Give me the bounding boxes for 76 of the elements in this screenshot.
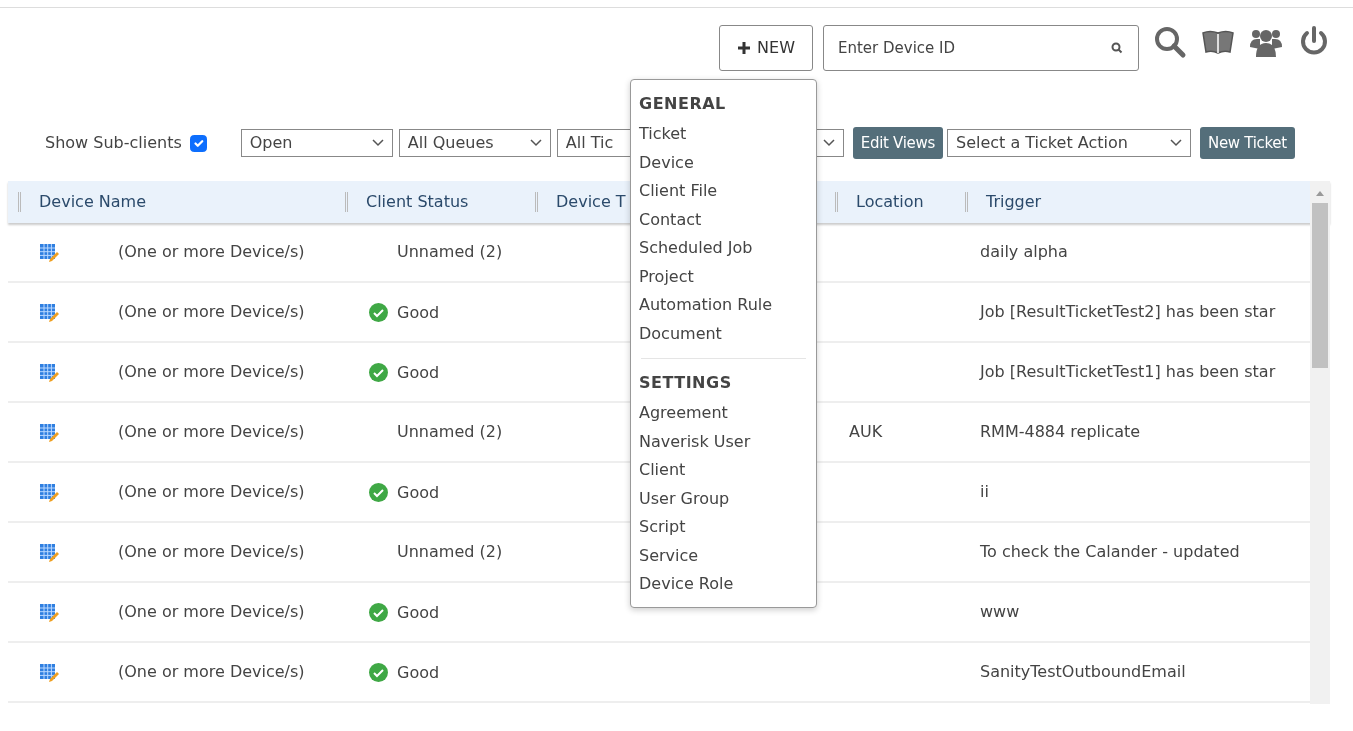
chevron-icon xyxy=(529,139,542,147)
table-cell: Job [ResultTicketTest1] has been star xyxy=(980,362,1276,381)
status-text: Unnamed (2) xyxy=(397,421,503,443)
chevron-icon xyxy=(1170,139,1182,147)
device-grid-icon xyxy=(39,482,59,503)
table-cell: (One or more Device/s) xyxy=(118,242,305,261)
status-text: Good xyxy=(397,362,440,384)
table-cell: (One or more Device/s) xyxy=(118,602,305,621)
device-grid-icon xyxy=(39,242,59,263)
ticket-action-select[interactable]: Select a Ticket Action xyxy=(947,129,1191,157)
column-header[interactable]: Location xyxy=(856,190,924,214)
show-sub-clients-checkbox[interactable] xyxy=(189,134,207,152)
device-grid-icon xyxy=(39,302,59,323)
menu-item[interactable]: Device xyxy=(631,148,816,177)
column-header[interactable]: Device T xyxy=(556,190,626,214)
table-cell: (One or more Device/s) xyxy=(118,302,305,321)
table-cell: RMM-4884 replicate xyxy=(980,422,1141,441)
table-cell: (One or more Device/s) xyxy=(118,662,305,681)
check-circle-icon xyxy=(369,302,388,322)
menu-heading: SETTINGS xyxy=(638,372,733,394)
menu-item[interactable]: Ticket xyxy=(631,120,816,149)
check-circle-icon xyxy=(369,482,388,502)
table-cell: SanityTestOutboundEmail xyxy=(980,662,1186,681)
device-grid-icon xyxy=(39,662,59,683)
show-sub-clients-label: Show Sub-clients xyxy=(45,132,182,154)
status-text: Good xyxy=(397,602,440,624)
device-grid-icon xyxy=(39,362,59,383)
menu-item[interactable]: Service xyxy=(631,541,816,570)
table-cell: daily alpha xyxy=(980,242,1068,261)
table-cell: ii xyxy=(980,482,989,501)
menu-item[interactable]: Document xyxy=(631,319,816,348)
menu-item[interactable]: Contact xyxy=(631,205,816,234)
device-id-field[interactable]: Enter Device ID xyxy=(823,25,1139,71)
status-text: Good xyxy=(397,482,440,504)
device-grid-icon xyxy=(39,422,59,443)
device-grid-icon xyxy=(39,602,59,623)
menu-item[interactable]: Device Role xyxy=(631,570,816,599)
search-icon[interactable] xyxy=(1153,25,1187,59)
menu-item[interactable]: Client xyxy=(631,456,816,485)
table-cell: www xyxy=(980,602,1020,621)
column-header[interactable]: Device Name xyxy=(39,190,146,214)
table-cell: To check the Calander - updated xyxy=(980,542,1240,561)
menu-heading: GENERAL xyxy=(638,93,727,115)
chevron-icon xyxy=(371,139,384,147)
column-header[interactable]: Client Status xyxy=(366,190,469,214)
new-button[interactable]: NEW xyxy=(719,25,813,71)
status-text: Unnamed (2) xyxy=(397,541,503,563)
menu-item[interactable]: Automation Rule xyxy=(631,291,816,320)
table-cell: AUK xyxy=(849,422,883,441)
column-header[interactable]: Trigger xyxy=(986,190,1042,214)
check-circle-icon xyxy=(369,362,388,382)
menu-item[interactable]: Client File xyxy=(631,177,816,206)
search-icon[interactable] xyxy=(1111,42,1123,54)
chevron-icon xyxy=(822,139,835,147)
filter-select[interactable]: Open xyxy=(240,129,393,157)
plus-icon xyxy=(737,41,752,55)
filter-select[interactable]: All Queues xyxy=(398,129,551,157)
check-circle-icon xyxy=(369,662,388,682)
table-cell: (One or more Device/s) xyxy=(118,422,305,441)
status-text: Good xyxy=(397,662,440,684)
menu-item[interactable]: Naverisk User xyxy=(631,427,816,456)
check-circle-icon xyxy=(369,602,388,622)
status-text: Unnamed (2) xyxy=(397,241,503,263)
menu-item[interactable]: Project xyxy=(631,262,816,291)
menu-item[interactable]: User Group xyxy=(631,484,816,513)
status-text: Good xyxy=(397,302,440,324)
table-cell: (One or more Device/s) xyxy=(118,542,305,561)
table-cell: (One or more Device/s) xyxy=(118,482,305,501)
table-cell: Job [ResultTicketTest2] has been star xyxy=(980,302,1276,321)
menu-item[interactable]: Scheduled Job xyxy=(631,234,816,263)
menu-item[interactable]: Script xyxy=(631,513,816,542)
table-cell: (One or more Device/s) xyxy=(118,362,305,381)
menu-item[interactable]: Agreement xyxy=(631,399,816,428)
new-ticket-button[interactable]: New Ticket xyxy=(1200,127,1295,159)
edit-views-button[interactable]: Edit Views xyxy=(852,127,943,159)
device-grid-icon xyxy=(39,542,59,563)
